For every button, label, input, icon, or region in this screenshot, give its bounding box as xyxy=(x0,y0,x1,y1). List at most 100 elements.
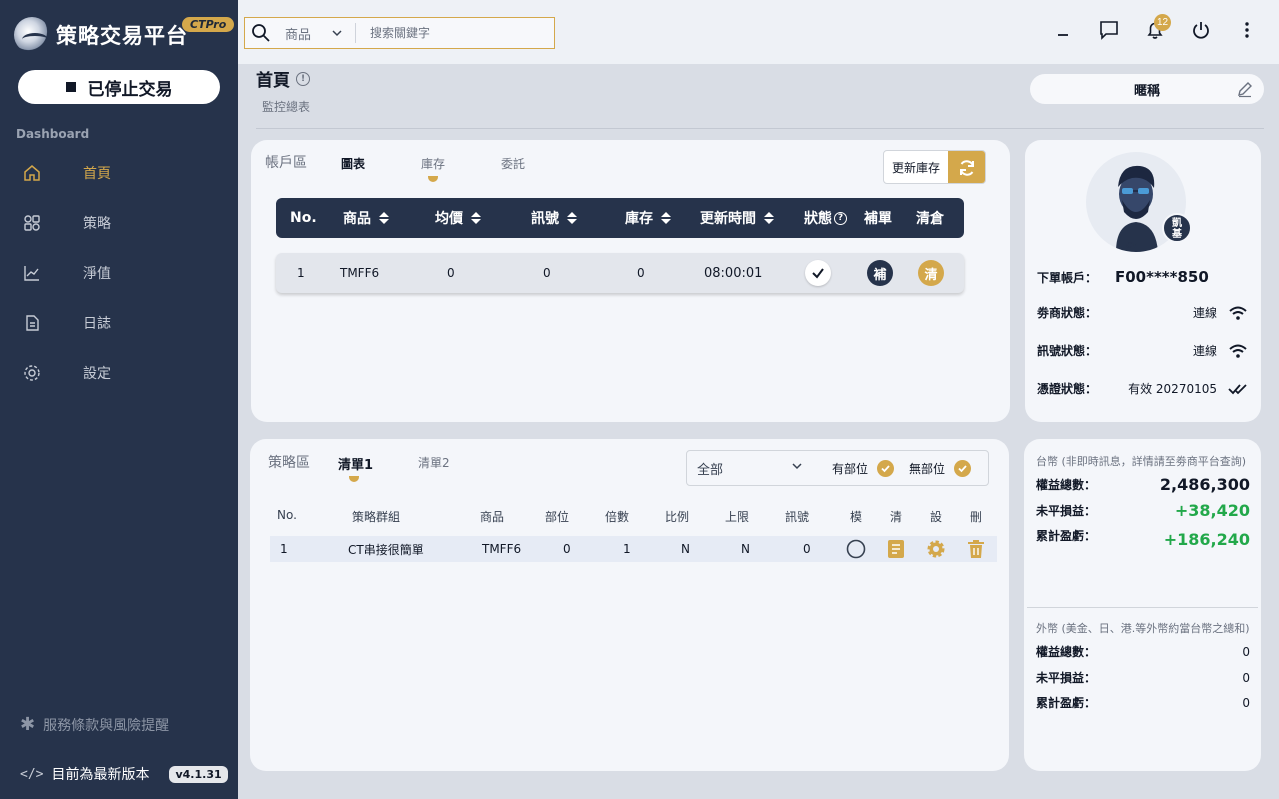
power-icon[interactable] xyxy=(1189,18,1213,42)
wifi-icon xyxy=(1227,343,1249,359)
app-logo xyxy=(14,17,50,53)
tab-orders[interactable]: 委託 xyxy=(501,155,525,172)
sidebar-item-settings[interactable]: 設定 xyxy=(0,348,238,398)
sidebar-nav: 首頁 策略 淨值 日誌 設定 xyxy=(0,148,238,398)
column-header: 訊號 xyxy=(785,510,810,524)
filter-select-value: 全部 xyxy=(697,463,724,478)
order-account-row: 下單帳戶： F00****850 xyxy=(1037,268,1249,286)
home-icon xyxy=(23,164,41,182)
edit-icon[interactable] xyxy=(1236,80,1254,98)
clear-note-icon[interactable] xyxy=(886,539,906,559)
column-header-avg-price[interactable]: 均價 xyxy=(435,208,481,228)
alias-field[interactable]: 暱稱 xyxy=(1030,74,1264,104)
check-icon xyxy=(877,460,895,477)
fx-unrealized-row: 未平損益： 0 xyxy=(1036,669,1250,686)
divider xyxy=(355,23,356,43)
sidebar-item-home[interactable]: 首頁 xyxy=(0,148,238,198)
trash-icon[interactable] xyxy=(966,539,986,559)
search-input[interactable] xyxy=(370,26,530,40)
section-label: Dashboard xyxy=(16,127,90,141)
refresh-icon xyxy=(948,151,985,183)
tab-chart[interactable]: 圖表 xyxy=(341,155,365,172)
column-header: 清 xyxy=(890,510,903,524)
column-header-label: 狀態 xyxy=(804,211,832,227)
column-header: 上限 xyxy=(725,510,750,524)
realized-value: +186,240 xyxy=(1163,530,1250,549)
chevron-down-icon[interactable] xyxy=(331,29,345,37)
row-signal: 0 xyxy=(803,542,811,556)
terms-link[interactable]: ✱ 服務條款與風險提醒 xyxy=(20,714,169,735)
tab-inventory[interactable]: 庫存 xyxy=(421,155,445,172)
column-header-time[interactable]: 更新時間 xyxy=(700,208,774,228)
row-delete xyxy=(966,536,986,562)
strategy-card: 策略區 清單1 清單2 全部 有部位 無部位 No. 策略群組 商品 部位 倍數… xyxy=(250,439,1009,771)
column-header-product[interactable]: 商品 xyxy=(343,208,389,228)
sort-icon xyxy=(379,212,389,224)
column-header-signal[interactable]: 訊號 xyxy=(531,208,577,228)
balance-card: 台幣 (非即時訊息，詳情請至劵商平台查詢) 權益總數： 2,486,300 未平… xyxy=(1024,439,1261,771)
message-icon[interactable] xyxy=(1097,18,1121,42)
more-icon[interactable] xyxy=(1235,18,1259,42)
double-check-icon xyxy=(1227,383,1249,395)
column-header-label: 商品 xyxy=(343,211,371,227)
unrealized-value: +38,420 xyxy=(1174,501,1250,520)
version-info: </> 目前為最新版本 v4.1.31 xyxy=(20,764,228,784)
sidebar-item-strategy[interactable]: 策略 xyxy=(0,198,238,248)
column-header: 商品 xyxy=(480,510,505,524)
order-account-label: 下單帳戶： xyxy=(1037,270,1098,285)
check-icon xyxy=(954,460,972,477)
divider xyxy=(1027,607,1258,608)
column-header-inventory[interactable]: 庫存 xyxy=(625,208,671,228)
sort-icon xyxy=(471,212,481,224)
fx-header: 外幣 (美金、日、港.等外幣約當台幣之總和) xyxy=(1036,620,1250,636)
gear-icon[interactable] xyxy=(926,539,946,559)
fill-order-button[interactable]: 補 xyxy=(867,260,893,286)
tab-list-1[interactable]: 清單1 xyxy=(338,454,373,473)
no-position-checkbox[interactable]: 無部位 xyxy=(909,460,972,477)
search-category[interactable]: 商品 xyxy=(285,24,325,43)
column-header: 比例 xyxy=(665,510,690,524)
signal-status-label: 訊號狀態： xyxy=(1037,344,1098,358)
tab-indicator xyxy=(349,476,359,482)
row-fill: 補 xyxy=(867,253,893,293)
alias-text: 暱稱 xyxy=(1133,83,1160,99)
column-header: 部位 xyxy=(545,510,570,524)
version-badge: v4.1.31 xyxy=(169,765,228,783)
equity-value: 2,486,300 xyxy=(1159,475,1250,494)
row-clear xyxy=(886,536,906,562)
mode-radio[interactable] xyxy=(846,539,866,559)
bell-icon[interactable]: 12 xyxy=(1143,14,1171,42)
chart-icon xyxy=(23,264,41,282)
order-account-value: F00****850 xyxy=(1115,268,1209,286)
avatar-badge-char-1: 凱 xyxy=(1172,218,1182,229)
topbar: 商品 12 xyxy=(238,0,1279,64)
update-inventory-button[interactable]: 更新庫存 xyxy=(883,150,986,184)
stop-trading-label: 已停止交易 xyxy=(87,79,173,100)
filter-select[interactable]: 全部 xyxy=(697,459,803,478)
sidebar-item-log[interactable]: 日誌 xyxy=(0,298,238,348)
sidebar-item-label: 策略 xyxy=(83,216,111,232)
signal-status-row: 訊號狀態： 連線 xyxy=(1037,342,1249,359)
column-header: 刪 xyxy=(970,510,983,524)
row-position: 0 xyxy=(563,542,571,556)
svg-text:CT: CT xyxy=(1126,241,1138,250)
minimize-icon[interactable] xyxy=(1051,18,1075,42)
has-position-checkbox[interactable]: 有部位 xyxy=(832,460,895,477)
row-no: 1 xyxy=(280,542,288,556)
checkbox-label: 無部位 xyxy=(909,462,946,476)
equity-label: 權益總數： xyxy=(1036,478,1097,492)
help-icon[interactable]: ? xyxy=(834,211,847,225)
sort-icon xyxy=(567,212,577,224)
row-status xyxy=(805,253,831,293)
info-icon[interactable]: ! xyxy=(296,71,310,86)
checkbox-label: 有部位 xyxy=(832,462,869,476)
twd-header-note: (非即時訊息，詳情請至劵商平台查詢) xyxy=(1061,455,1247,468)
clear-position-button[interactable]: 清 xyxy=(918,260,944,286)
sidebar-item-equity[interactable]: 淨值 xyxy=(0,248,238,298)
stop-trading-button[interactable]: 已停止交易 xyxy=(18,70,220,104)
divider xyxy=(256,128,1264,129)
tab-list-2[interactable]: 清單2 xyxy=(418,454,450,471)
search-icon[interactable] xyxy=(251,23,271,43)
sort-icon xyxy=(661,212,671,224)
check-icon xyxy=(805,260,831,286)
